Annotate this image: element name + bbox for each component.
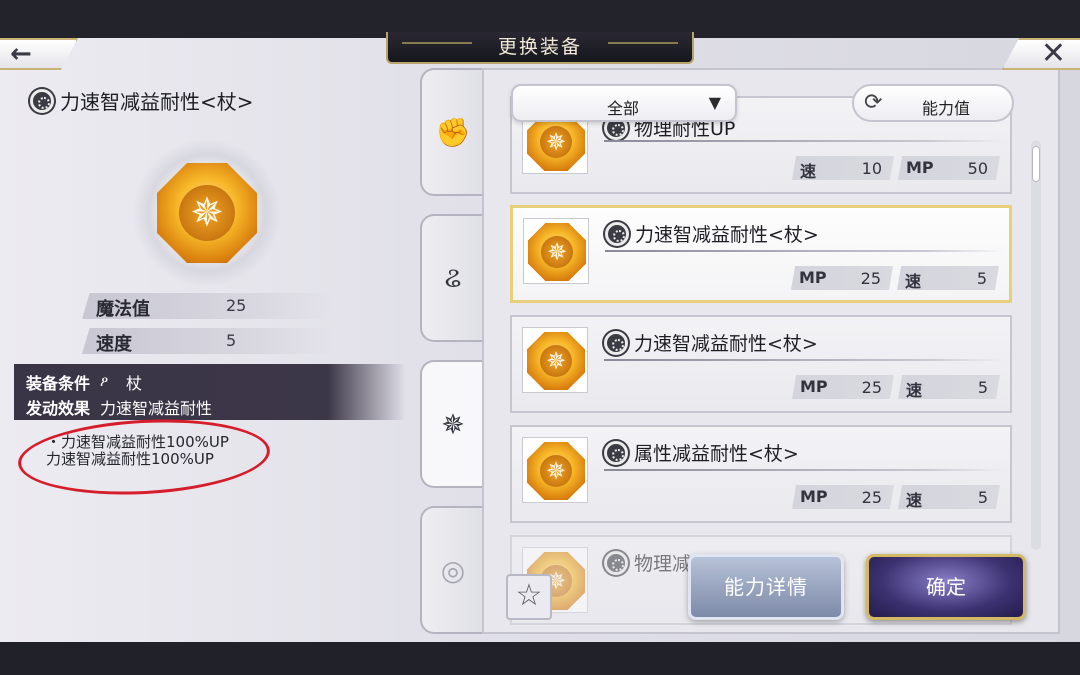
card-title: 力速智减益耐性<杖> — [604, 329, 818, 356]
ring-icon — [605, 221, 629, 246]
gem-thumbnail: ✵ — [522, 437, 588, 503]
confirm-button[interactable]: 确定 — [866, 554, 1026, 620]
condition-value: 杖 — [126, 374, 143, 393]
card-title: 物理减 — [604, 549, 691, 576]
gem-thumbnail: ✵ — [523, 218, 589, 284]
category-tabs: ✊ ଌ ✵ ◎ — [420, 68, 484, 634]
swirl-icon: ଌ — [444, 261, 462, 294]
gear-emblem-icon: ✵ — [441, 407, 465, 441]
ring-icon — [30, 88, 54, 113]
stat-label: 速度 — [96, 334, 132, 355]
ring-icon — [604, 550, 628, 575]
sort-button[interactable]: ⟳ 能力值 — [852, 84, 1014, 122]
stat-row-mp: 魔法值 25 — [82, 293, 336, 319]
fist-icon: ✊ — [435, 115, 471, 149]
card-stat: MP 25 — [792, 485, 894, 509]
item-gem-display: ✵ — [132, 138, 282, 288]
gem-icon: ✵ — [527, 332, 585, 390]
ring-icon — [604, 330, 628, 355]
card-stat: 速5 — [898, 375, 1000, 399]
stat-value: 25 — [226, 296, 247, 315]
tab-other[interactable]: ◎ — [420, 506, 484, 634]
favorite-button[interactable]: ☆ — [506, 574, 552, 620]
gem-icon: ✵ — [157, 163, 257, 263]
stat-row-speed: 速度 5 — [82, 328, 336, 354]
tab-ability[interactable]: ✵ — [420, 360, 484, 488]
card-stat: 速5 — [897, 266, 999, 290]
sort-label: 能力值 — [922, 99, 971, 118]
item-title: 力速智减益耐性<杖> — [30, 86, 254, 115]
scrollbar-thumb[interactable] — [1032, 146, 1040, 182]
card-title: 力速智减益耐性<杖> — [605, 220, 819, 247]
card-title: 属性减益耐性<杖> — [604, 439, 799, 466]
condition-label: 装备条件 — [26, 374, 91, 393]
gem-icon: ✵ — [528, 223, 586, 281]
star-icon: ☆ — [515, 578, 543, 613]
ring-icon — [604, 440, 628, 465]
wave-icon: ◎ — [440, 553, 466, 587]
gem-thumbnail: ✵ — [522, 327, 588, 393]
refresh-icon: ⟳ — [864, 90, 883, 115]
page-title: 更换装备 — [386, 32, 694, 64]
gem-icon: ✵ — [527, 442, 585, 500]
list-item-selected[interactable]: ✵ 力速智减益耐性<杖> MP 25 速5 — [510, 205, 1012, 303]
stat-value: 5 — [226, 331, 237, 350]
tab-magic[interactable]: ଌ — [420, 214, 484, 342]
stat-label: 魔法值 — [96, 299, 150, 320]
divider — [605, 250, 1005, 252]
effect-label: 发动效果 — [26, 399, 91, 418]
filter-dropdown[interactable]: 全部 ▼ — [511, 84, 737, 122]
divider — [604, 140, 1004, 142]
scrollbar-track[interactable] — [1031, 140, 1041, 550]
card-stat: MP 25 — [792, 375, 894, 399]
divider — [604, 469, 1004, 471]
list-item[interactable]: ✵ 属性减益耐性<杖> MP 25 速5 — [510, 425, 1012, 523]
card-stat: MP 50 — [898, 156, 1000, 180]
staff-icon: ዖ — [100, 374, 109, 390]
item-name: 力速智减益耐性<杖> — [60, 90, 254, 114]
effect-value: 力速智减益耐性 — [100, 399, 213, 418]
back-arrow-icon: ← — [10, 39, 32, 69]
card-stat: 速5 — [898, 485, 1000, 509]
divider — [604, 359, 1004, 361]
card-stat: MP 25 — [791, 266, 893, 290]
tab-physical[interactable]: ✊ — [420, 68, 484, 196]
list-item[interactable]: ✵ 力速智减益耐性<杖> MP 25 速5 — [510, 315, 1012, 413]
chevron-down-icon: ▼ — [708, 93, 721, 112]
filter-label: 全部 — [607, 99, 640, 118]
equip-condition-box: 装备条件 ዖ 杖 发动效果 力速智减益耐性 — [14, 364, 406, 420]
close-icon: ✕ — [1040, 36, 1066, 71]
ability-detail-button[interactable]: 能力详情 — [688, 554, 844, 620]
card-stat: 速 10 — [792, 156, 894, 180]
bottom-frame — [0, 642, 1080, 675]
